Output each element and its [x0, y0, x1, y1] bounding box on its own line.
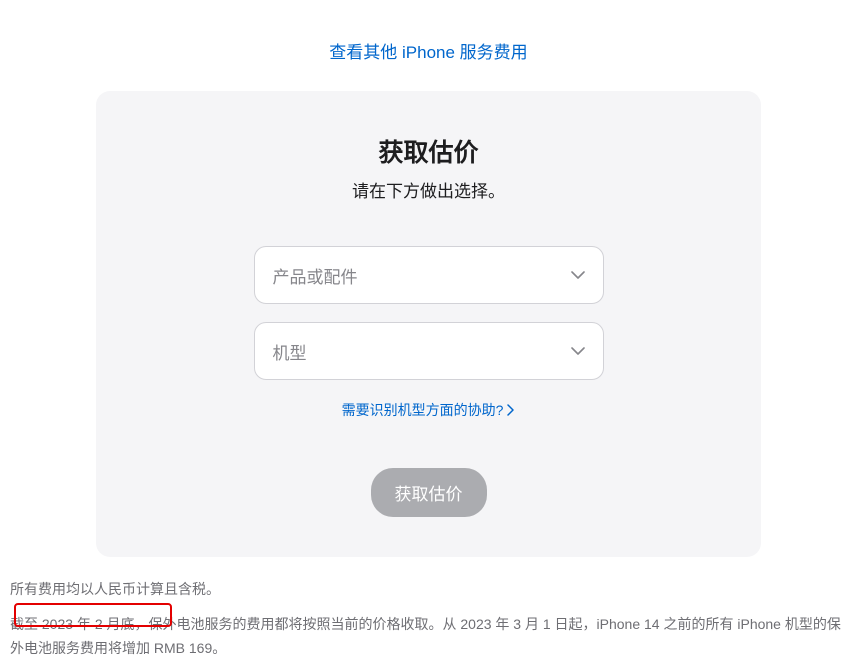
- model-select-wrap: 机型: [254, 322, 604, 380]
- card-title: 获取估价: [136, 133, 721, 169]
- view-other-fees-link[interactable]: 查看其他 iPhone 服务费用: [329, 43, 527, 62]
- card-subtitle: 请在下方做出选择。: [136, 177, 721, 202]
- model-select[interactable]: 机型: [254, 322, 604, 380]
- product-select-placeholder: 产品或配件: [273, 263, 358, 288]
- model-select-placeholder: 机型: [273, 339, 307, 364]
- top-link-container: 查看其他 iPhone 服务费用: [0, 0, 857, 91]
- footnote-currency: 所有费用均以人民币计算且含税。: [10, 579, 847, 599]
- chevron-right-icon: [507, 404, 515, 416]
- product-select-wrap: 产品或配件: [254, 246, 604, 304]
- product-select[interactable]: 产品或配件: [254, 246, 604, 304]
- footnote-price-change: 截至 2023 年 2 月底，保外电池服务的费用都将按照当前的价格收取。从 20…: [10, 613, 847, 661]
- chevron-down-icon: [571, 268, 585, 282]
- chevron-down-icon: [571, 344, 585, 358]
- get-estimate-button[interactable]: 获取估价: [371, 468, 487, 517]
- estimate-card: 获取估价 请在下方做出选择。 产品或配件 机型 需要识别机型方面的协助? 获取估…: [96, 91, 761, 557]
- help-link-label: 需要识别机型方面的协助?: [342, 400, 504, 420]
- identify-model-help-link[interactable]: 需要识别机型方面的协助?: [342, 400, 516, 420]
